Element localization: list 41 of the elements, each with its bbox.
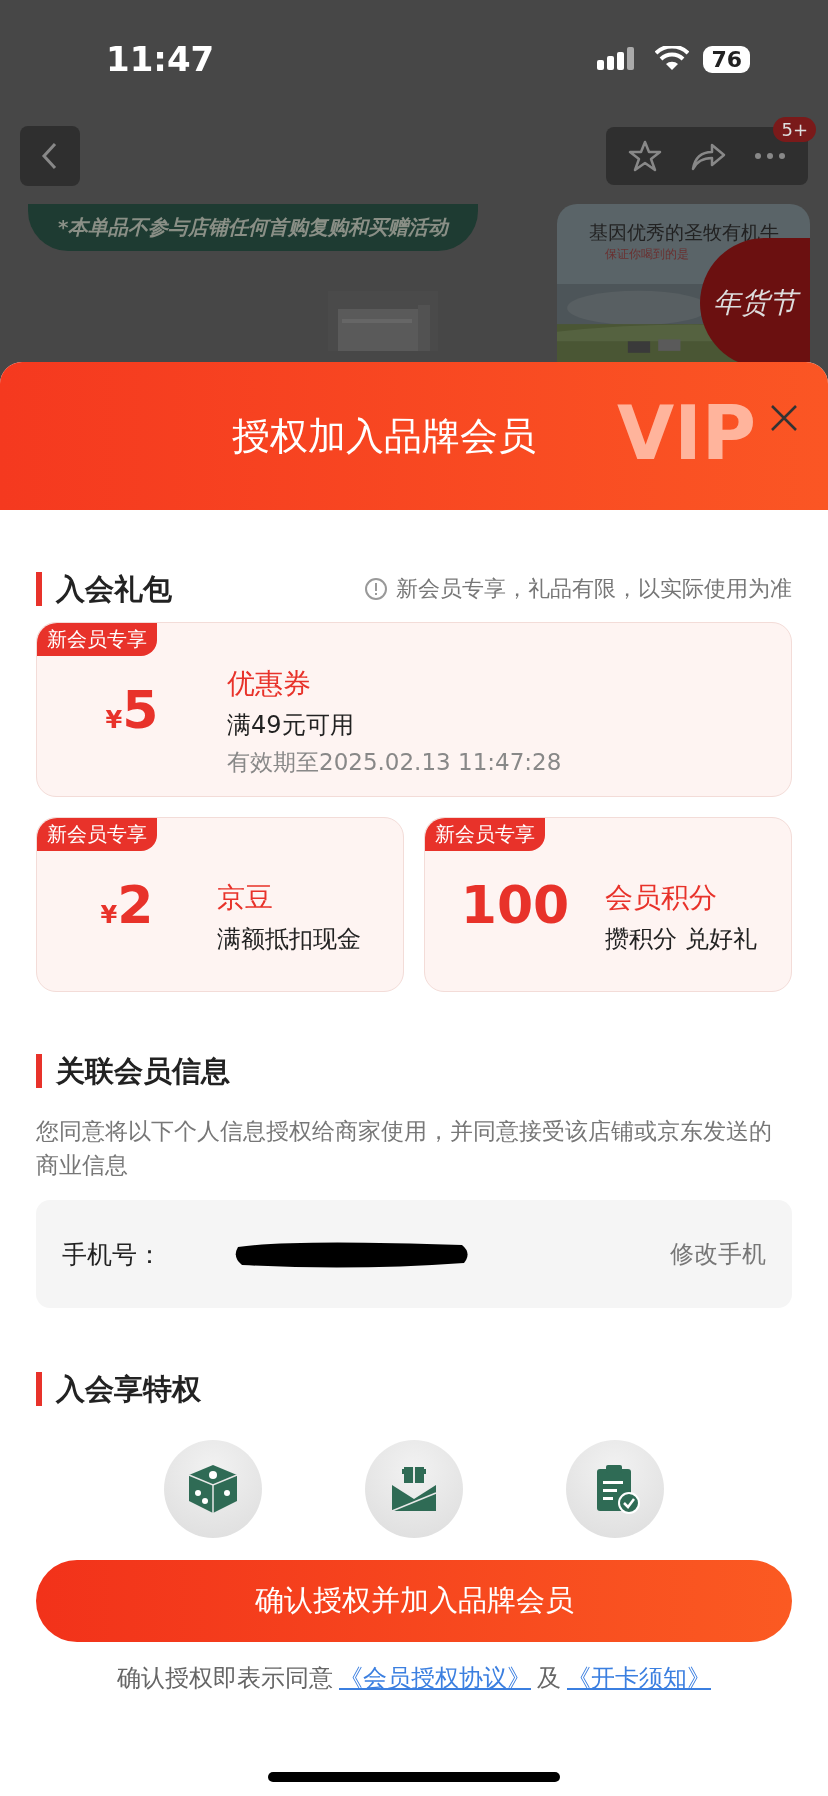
share-icon[interactable] [690, 141, 726, 171]
currency-sign: ¥ [100, 900, 118, 929]
header-decoration: VIP [616, 396, 756, 470]
member-badge: 新会员专享 [37, 818, 157, 851]
confirm-button[interactable]: 确认授权并加入品牌会员 [36, 1560, 792, 1642]
conjunction-text: 及 [537, 1663, 561, 1694]
agreement-link[interactable]: 《开卡须知》 [567, 1662, 711, 1694]
gift-amount: 100 [460, 874, 570, 935]
battery-indicator: 76 [703, 45, 750, 73]
gift-description: 满额抵扣现金 [217, 923, 361, 955]
gift-name: 优惠券 [227, 666, 312, 702]
promo-banner: *本单品不参与店铺任何首购复购和买赠活动 [28, 204, 479, 251]
agreement-link[interactable]: 《会员授权协议》 [339, 1662, 531, 1694]
gift-name: 会员积分 [605, 879, 718, 916]
gift-amount: 5 [122, 679, 159, 740]
member-badge: 新会员专享 [37, 623, 157, 656]
info-icon [364, 577, 388, 601]
gift-description: 满49元可用 [227, 710, 355, 741]
back-button[interactable] [20, 126, 80, 186]
section-title: 入会礼包 [36, 572, 172, 606]
gift-description: 攒积分 兑好礼 [605, 923, 757, 955]
dice-icon [186, 1463, 239, 1515]
gift-note: 新会员专享，礼品有限，以实际使用为准 [396, 575, 792, 603]
validity-text: 有效期至2025.02.13 11:47:28 [227, 748, 562, 777]
section-title: 入会享特权 [36, 1372, 201, 1406]
wifi-icon [655, 46, 690, 72]
currency-sign: ¥ [105, 705, 123, 734]
star-icon[interactable] [628, 139, 662, 173]
consent-text: 您同意将以下个人信息授权给商家使用，并同意接受该店铺或京东发送的商业信息 [36, 1117, 773, 1180]
sheet-title: 授权加入品牌会员 [232, 412, 536, 460]
notification-badge: 5+ [773, 117, 816, 142]
gift-amount: 2 [117, 874, 154, 935]
gift-name: 京豆 [217, 879, 274, 916]
close-icon[interactable] [770, 404, 798, 432]
change-phone-link[interactable]: 修改手机 [670, 1238, 766, 1270]
member-badge: 新会员专享 [425, 818, 545, 851]
agreement-text: 确认授权即表示同意 [117, 1663, 333, 1694]
more-icon[interactable] [754, 152, 786, 160]
status-time: 11:47 [106, 39, 215, 79]
phone-label: 手机号： [62, 1238, 163, 1271]
section-title: 关联会员信息 [36, 1054, 230, 1088]
